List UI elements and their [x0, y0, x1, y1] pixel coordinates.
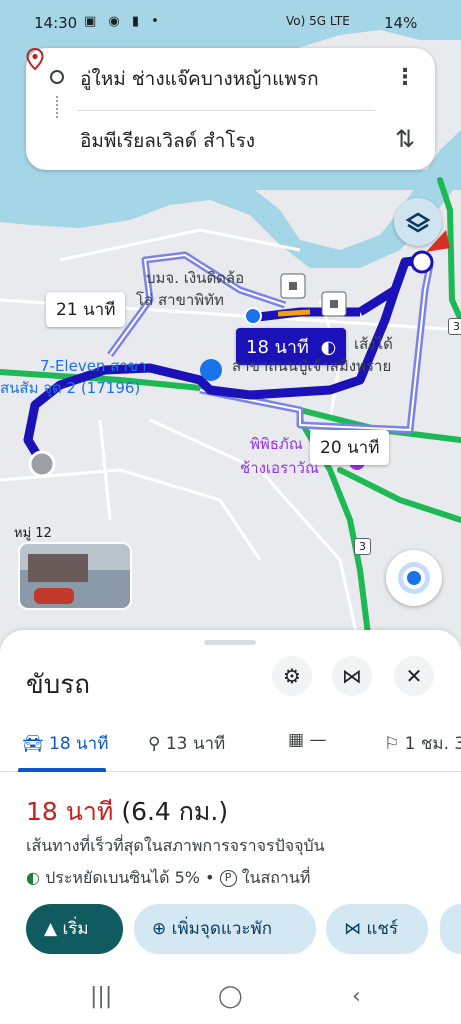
- tab-drive-label: 18 นาที: [49, 734, 109, 754]
- origin-field[interactable]: อู่ใหม่ ช่างแจ๊คบางหญ้าแพรก: [80, 64, 319, 94]
- my-location-button[interactable]: [386, 550, 442, 606]
- start-label: เริ่ม: [62, 919, 89, 939]
- street-view-thumbnail[interactable]: [18, 542, 132, 610]
- destination-field[interactable]: อิมพีเรียลเวิลด์ สำโรง: [80, 126, 255, 156]
- train-icon: ▦: [288, 730, 305, 750]
- layers-button[interactable]: [394, 198, 442, 246]
- parking-icon: P: [219, 870, 237, 887]
- poi-bank-branch[interactable]: โล่ สาขาพิทัท: [136, 288, 224, 312]
- car-icon: 🚘︎: [22, 734, 44, 754]
- share-icon: ⋈: [344, 919, 361, 939]
- poi-seven-eleven-line2[interactable]: สนสัม จุด 2 (17196): [0, 376, 140, 400]
- route-options-button[interactable]: ⚙: [272, 656, 312, 696]
- fuel-savings: ประหยัดเบนซินได้ 5%: [45, 868, 200, 887]
- battery-level: 14%: [384, 14, 418, 32]
- status-time: 14:30: [34, 14, 78, 32]
- sliders-icon: ⚙: [283, 664, 301, 688]
- recent-apps-icon[interactable]: |||: [90, 984, 112, 1009]
- alt-route-time-left[interactable]: 21 นาที: [46, 292, 126, 327]
- tab-transit[interactable]: ▦ —: [288, 730, 326, 750]
- start-button[interactable]: ▲ เริ่ม: [26, 904, 123, 954]
- tab-motorcycle-label: 13 นาที: [165, 734, 226, 754]
- add-stop-button[interactable]: ⊕ เพิ่มจุดแวะพัก: [134, 904, 316, 954]
- swap-direction-icon[interactable]: ⇅: [391, 126, 419, 154]
- origin-circle-icon: [50, 70, 64, 84]
- tab-motorcycle[interactable]: ⚲ 13 นาที: [148, 730, 225, 757]
- navigation-arrow-icon: ▲: [44, 919, 58, 939]
- my-location-icon: [403, 567, 425, 589]
- eta-distance: (6.4 กม.): [121, 797, 229, 826]
- tab-transit-label: —: [309, 730, 327, 750]
- road-badge-32: 32: [448, 318, 461, 335]
- route-dots-icon: [56, 96, 58, 118]
- add-stop-icon: ⊕: [152, 919, 167, 939]
- village-label: หมู่ 12: [14, 526, 52, 541]
- divider: [78, 110, 375, 111]
- share-icon: ⋈: [342, 664, 362, 688]
- close-icon: ✕: [405, 664, 423, 688]
- walk-icon: ⚐: [384, 734, 400, 754]
- more-actions-button[interactable]: [440, 904, 461, 954]
- sheet-drag-handle[interactable]: [204, 640, 256, 645]
- close-button[interactable]: ✕: [394, 656, 434, 696]
- tab-drive[interactable]: 🚘︎ 18 นาที: [22, 730, 108, 757]
- sheet-title: ขับรถ: [26, 670, 90, 700]
- more-options-icon[interactable]: ⋮: [393, 66, 417, 94]
- poi-bank[interactable]: บมจ. เงินติดล้อ: [146, 266, 244, 290]
- map-view[interactable]: 14:30 ▣ ◉ ▮ • Vo) 5G LTE 14% อู่ใหม่ ช่า…: [0, 0, 461, 650]
- share-label: แชร์: [366, 919, 399, 939]
- eta-duration: 18 นาที: [26, 797, 114, 826]
- thumbnail-building: [28, 554, 88, 582]
- motorcycle-icon: ⚲: [148, 734, 161, 754]
- share-route-button[interactable]: ⋈: [332, 656, 372, 696]
- system-nav-bar: ||| ◯ ‹: [0, 970, 461, 1024]
- back-icon[interactable]: ‹: [352, 984, 361, 1009]
- separator-dot: •: [205, 868, 220, 887]
- notification-icons: ▣ ◉ ▮ •: [84, 14, 163, 29]
- poi-branch-right[interactable]: สาขาถนนปู่เจ้าสมิงพราย: [232, 354, 391, 378]
- directions-sheet: ขับรถ ⚙ ⋈ ✕ 🚘︎ 18 นาที ⚲ 13 นาที ▦ — ⚐ 1…: [0, 630, 461, 1024]
- add-stop-label: เพิ่มจุดแวะพัก: [171, 919, 273, 939]
- parking-info: ในสถานที่: [241, 868, 311, 887]
- travel-mode-tabs: 🚘︎ 18 นาที ⚲ 13 นาที ▦ — ⚐ 1 ชม. 3: [0, 722, 461, 772]
- status-bar: 14:30 ▣ ◉ ▮ • Vo) 5G LTE 14%: [0, 0, 461, 44]
- layers-icon: [405, 212, 431, 233]
- tab-walk[interactable]: ⚐ 1 ชม. 3: [384, 730, 461, 757]
- action-buttons: ▲ เริ่ม ⊕ เพิ่มจุดแวะพัก ⋈ แชร์: [0, 904, 461, 956]
- home-icon[interactable]: ◯: [218, 984, 243, 1009]
- network-indicator: Vo) 5G LTE: [286, 14, 350, 28]
- eco-leaf-icon: ◐: [26, 868, 40, 887]
- poi-museum-line2[interactable]: ช้างเอราวัณ: [240, 456, 319, 480]
- destination-pin-icon: [26, 48, 44, 70]
- active-tab-indicator: [18, 768, 106, 772]
- poi-seven-eleven[interactable]: 7-Eleven สาขา: [40, 354, 146, 378]
- route-search-card: อู่ใหม่ ช่างแจ๊คบางหญ้าแพรก อิมพีเรียลเว…: [26, 48, 435, 170]
- share-button[interactable]: ⋈ แชร์: [326, 904, 428, 954]
- route-description: เส้นทางที่เร็วที่สุดในสภาพการจราจรปัจจุบ…: [26, 836, 325, 855]
- alt-route-time-right[interactable]: 20 นาที: [310, 430, 390, 465]
- tab-walk-label: 1 ชม. 3: [404, 734, 461, 754]
- thumbnail-car: [34, 588, 74, 604]
- road-badge-3: 3: [354, 538, 371, 555]
- route-eta: 18 นาที (6.4 กม.): [26, 792, 228, 832]
- poi-museum[interactable]: พิพิธภัณ: [250, 432, 303, 456]
- poi-sales[interactable]: เส้งได้: [354, 332, 393, 356]
- route-info-row: ◐ ประหยัดเบนซินได้ 5% • P ในสถานที่: [26, 866, 310, 891]
